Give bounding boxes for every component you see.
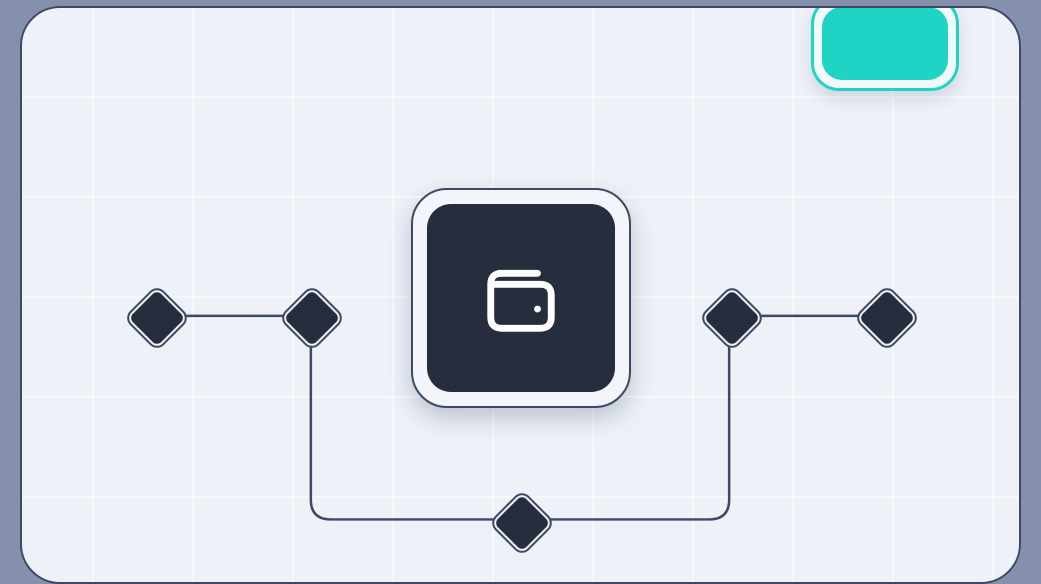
diagram-canvas[interactable] — [20, 6, 1021, 584]
diamond-node-4[interactable] — [701, 287, 763, 349]
diamond-node-2[interactable] — [281, 287, 343, 349]
diamond-node-5[interactable] — [856, 287, 918, 349]
diamond-node-1[interactable] — [126, 287, 188, 349]
center-wallet-inner — [427, 204, 615, 392]
diamond-node-3[interactable] — [491, 492, 553, 554]
teal-panel-inner — [822, 7, 948, 80]
center-wallet-node[interactable] — [411, 188, 631, 408]
wallet-icon — [477, 254, 565, 342]
teal-panel[interactable] — [811, 6, 959, 91]
